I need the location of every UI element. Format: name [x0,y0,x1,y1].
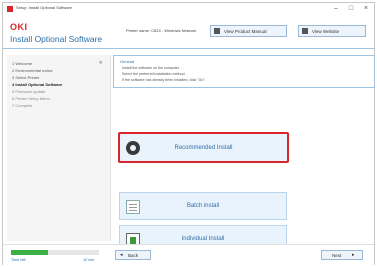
general-line: If the software has already been install… [122,78,206,82]
general-title: General [120,59,135,64]
printer-name: Printer name: C824 - Windows Network [126,28,197,33]
next-button[interactable]: Next ▸ [321,250,363,260]
view-website-label: View Website [312,29,340,34]
next-label: Next [332,253,342,258]
step-complete: 7 Complete [12,103,33,108]
close-button[interactable]: × [359,4,373,14]
window-title: Setup: Install Optional Software [16,5,73,10]
installer-window: Setup: Install Optional Software – □ × O… [2,2,375,266]
brand-logo: OKI [10,22,28,32]
progress-fill [11,250,48,255]
time-left-label: Time left: [11,258,27,262]
page-title: Install Optional Software [10,34,103,44]
general-info-box: General Install the software on the comp… [113,55,375,88]
minimize-button[interactable]: – [329,4,343,14]
maximize-button[interactable]: □ [344,4,358,14]
header: OKI Install Optional Software Printer na… [3,17,374,49]
title-bar: Setup: Install Optional Software – □ × [3,3,374,16]
view-website-button[interactable]: View Website [298,25,366,37]
general-line: Select the preferred installation method… [122,72,186,76]
step-welcome: 1 Welcome [12,61,32,66]
recommended-install-label: Recommended Install [174,145,233,151]
step-printer-setup-menu: 6 Printer Setup Menu [12,96,50,101]
next-arrow-icon: ▸ [352,252,355,258]
time-left-value: 10 min [83,258,95,262]
batch-install-label: Batch install [186,203,220,209]
globe-icon [302,28,308,34]
recommended-install-button[interactable]: Recommended Install [118,132,289,163]
footer: Time left: 10 min ◂ Back Next ▸ [3,244,374,266]
step-install-optional-software: 4 Install Optional Software [12,82,63,87]
step-environmental-notice: 2 Environmental notice [12,68,53,73]
back-button[interactable]: ◂ Back [115,250,151,260]
collapse-sidebar-icon[interactable]: « [99,60,102,66]
main-content: General Install the software on the comp… [113,55,375,253]
step-select-printer: 3 Select Printer [12,75,40,80]
view-manual-button[interactable]: View Product Manual [210,25,287,37]
general-line: Install the software on the computer. [122,66,180,70]
individual-install-label: Individual Install [181,236,225,242]
back-label: Back [128,253,139,258]
app-icon [7,6,13,12]
back-arrow-icon: ◂ [120,252,123,258]
step-firmware-update: 5 Firmware update [12,89,46,94]
progress-bar [11,250,99,255]
batch-install-button[interactable]: Batch install [119,192,287,220]
view-manual-label: View Product Manual [224,29,267,34]
steps-sidebar: « 1 Welcome 2 Environmental notice 3 Sel… [7,55,111,241]
manual-icon [214,28,220,34]
